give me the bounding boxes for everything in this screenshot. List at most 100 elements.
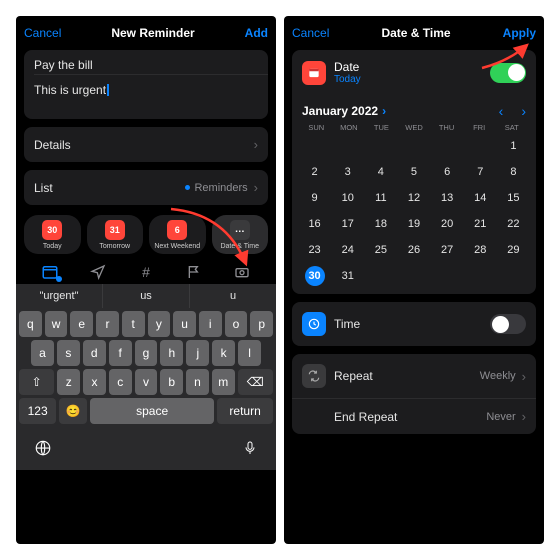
day-22[interactable]: 22 bbox=[497, 214, 530, 234]
prev-month-button[interactable]: ‹ bbox=[499, 103, 504, 119]
next-month-button[interactable]: › bbox=[521, 103, 526, 119]
day-7[interactable]: 7 bbox=[464, 162, 497, 182]
day-16[interactable]: 16 bbox=[298, 214, 331, 234]
key-o[interactable]: o bbox=[225, 311, 248, 337]
chip-next-weekend[interactable]: 6 Next Weekend bbox=[149, 215, 206, 254]
key-i[interactable]: i bbox=[199, 311, 222, 337]
chip-tomorrow[interactable]: 31 Tomorrow bbox=[87, 215, 144, 254]
day-20[interactable]: 20 bbox=[431, 214, 464, 234]
tag-icon[interactable]: # bbox=[133, 262, 159, 282]
notes-input[interactable]: This is urgent bbox=[24, 75, 268, 119]
key-r[interactable]: r bbox=[96, 311, 119, 337]
key-w[interactable]: w bbox=[45, 311, 68, 337]
day-21[interactable]: 21 bbox=[464, 214, 497, 234]
key-m[interactable]: m bbox=[212, 369, 235, 395]
key-v[interactable]: v bbox=[135, 369, 158, 395]
shift-key[interactable]: ⇧ bbox=[19, 369, 54, 395]
day-4[interactable]: 4 bbox=[364, 162, 397, 182]
day-12[interactable]: 12 bbox=[397, 188, 430, 208]
calendar-toolbar-icon[interactable] bbox=[37, 262, 63, 282]
time-toggle[interactable] bbox=[490, 314, 526, 334]
key-z[interactable]: z bbox=[57, 369, 80, 395]
camera-icon[interactable] bbox=[229, 262, 255, 282]
key-u[interactable]: u bbox=[173, 311, 196, 337]
key-e[interactable]: e bbox=[70, 311, 93, 337]
day-27[interactable]: 27 bbox=[431, 240, 464, 260]
day-19[interactable]: 19 bbox=[397, 214, 430, 234]
keyboard: qwertyuiop asdfghjkl ⇧ zxcvbnm ⌫ 123 😊 s… bbox=[16, 308, 276, 433]
day-28[interactable]: 28 bbox=[464, 240, 497, 260]
cancel-button[interactable]: Cancel bbox=[24, 26, 61, 40]
key-c[interactable]: c bbox=[109, 369, 132, 395]
key-k[interactable]: k bbox=[212, 340, 235, 366]
day-14[interactable]: 14 bbox=[464, 188, 497, 208]
key-a[interactable]: a bbox=[31, 340, 54, 366]
day-8[interactable]: 8 bbox=[497, 162, 530, 182]
suggestion[interactable]: u bbox=[189, 284, 276, 308]
key-j[interactable]: j bbox=[186, 340, 209, 366]
key-n[interactable]: n bbox=[186, 369, 209, 395]
key-g[interactable]: g bbox=[135, 340, 158, 366]
nav-title: New Reminder bbox=[111, 26, 194, 40]
day-3[interactable]: 3 bbox=[331, 162, 364, 182]
title-input[interactable]: Pay the bill bbox=[24, 50, 268, 74]
location-icon[interactable] bbox=[85, 262, 111, 282]
space-key[interactable]: space bbox=[90, 398, 214, 424]
emoji-key[interactable]: 😊 bbox=[59, 398, 87, 424]
chip-date-time[interactable]: Date & Time bbox=[212, 215, 269, 254]
mic-icon[interactable] bbox=[242, 439, 258, 462]
dow-label: SAT bbox=[495, 123, 528, 132]
key-d[interactable]: d bbox=[83, 340, 106, 366]
key-p[interactable]: p bbox=[250, 311, 273, 337]
key-t[interactable]: t bbox=[122, 311, 145, 337]
repeat-row[interactable]: Repeat Weekly › bbox=[292, 354, 536, 398]
day-1[interactable]: 1 bbox=[497, 136, 530, 156]
list-row[interactable]: List Reminders › bbox=[24, 170, 268, 205]
repeat-icon bbox=[302, 364, 326, 388]
suggestion[interactable]: us bbox=[102, 284, 189, 308]
numbers-key[interactable]: 123 bbox=[19, 398, 56, 424]
flag-icon[interactable] bbox=[181, 262, 207, 282]
chip-today[interactable]: 30 Today bbox=[24, 215, 81, 254]
day-23[interactable]: 23 bbox=[298, 240, 331, 260]
day-17[interactable]: 17 bbox=[331, 214, 364, 234]
key-q[interactable]: q bbox=[19, 311, 42, 337]
day-31[interactable]: 31 bbox=[331, 266, 364, 286]
apply-button[interactable]: Apply bbox=[503, 26, 536, 40]
return-key[interactable]: return bbox=[217, 398, 273, 424]
day-10[interactable]: 10 bbox=[331, 188, 364, 208]
day-29[interactable]: 29 bbox=[497, 240, 530, 260]
day-6[interactable]: 6 bbox=[431, 162, 464, 182]
key-f[interactable]: f bbox=[109, 340, 132, 366]
day-9[interactable]: 9 bbox=[298, 188, 331, 208]
day-15[interactable]: 15 bbox=[497, 188, 530, 208]
month-picker[interactable]: January 2022› bbox=[302, 104, 386, 118]
day-of-week-header: SUNMONTUEWEDTHUFRISAT bbox=[292, 121, 536, 136]
cancel-button[interactable]: Cancel bbox=[292, 26, 329, 40]
details-row[interactable]: Details › bbox=[24, 127, 268, 162]
date-toggle[interactable] bbox=[490, 63, 526, 83]
key-s[interactable]: s bbox=[57, 340, 80, 366]
date-card: Date Today January 2022› ‹ › SUNMONTUEWE… bbox=[292, 50, 536, 294]
list-name: Reminders bbox=[194, 182, 247, 194]
key-h[interactable]: h bbox=[160, 340, 183, 366]
day-26[interactable]: 26 bbox=[397, 240, 430, 260]
globe-icon[interactable] bbox=[34, 439, 52, 462]
delete-key[interactable]: ⌫ bbox=[238, 369, 273, 395]
day-18[interactable]: 18 bbox=[364, 214, 397, 234]
key-l[interactable]: l bbox=[238, 340, 261, 366]
day-25[interactable]: 25 bbox=[364, 240, 397, 260]
day-5[interactable]: 5 bbox=[397, 162, 430, 182]
day-13[interactable]: 13 bbox=[431, 188, 464, 208]
end-repeat-row[interactable]: End Repeat Never › bbox=[292, 398, 536, 434]
day-11[interactable]: 11 bbox=[364, 188, 397, 208]
chevron-right-icon: › bbox=[254, 137, 258, 152]
add-button[interactable]: Add bbox=[245, 26, 268, 40]
key-x[interactable]: x bbox=[83, 369, 106, 395]
day-2[interactable]: 2 bbox=[298, 162, 331, 182]
key-y[interactable]: y bbox=[148, 311, 171, 337]
suggestion[interactable]: "urgent" bbox=[16, 284, 102, 308]
key-b[interactable]: b bbox=[160, 369, 183, 395]
day-30[interactable]: 30 bbox=[305, 266, 325, 286]
day-24[interactable]: 24 bbox=[331, 240, 364, 260]
